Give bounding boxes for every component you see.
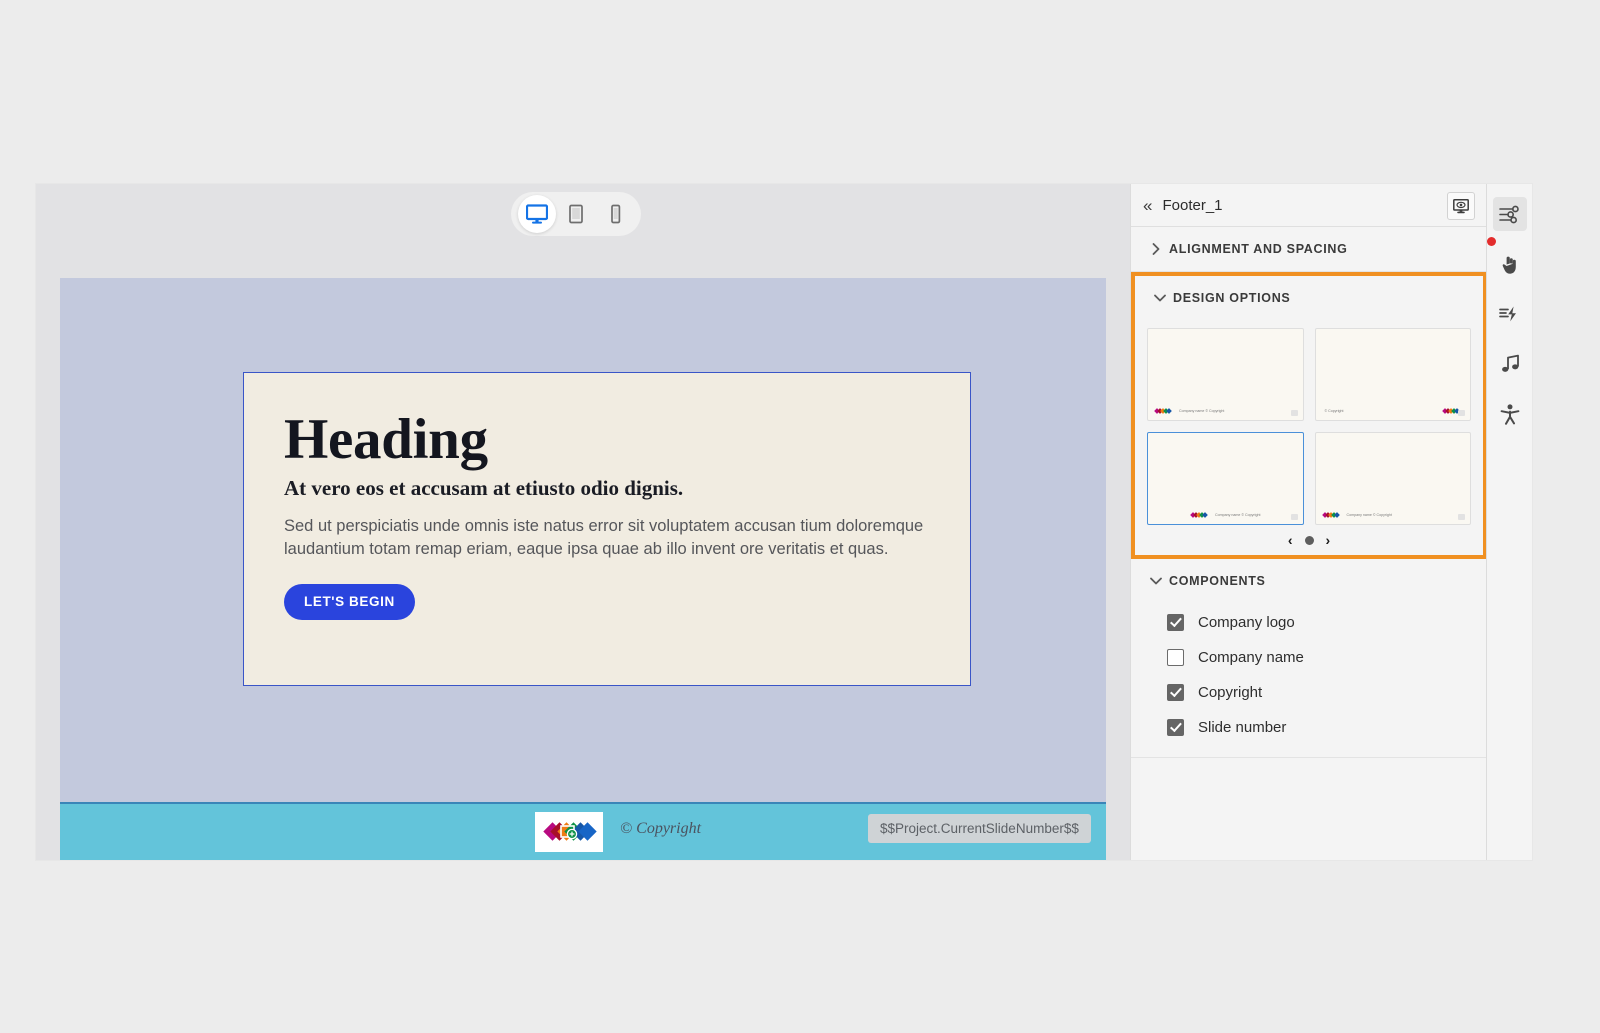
checkbox-slide-number[interactable] bbox=[1167, 719, 1184, 736]
slide-footer-band[interactable]: © Copyright $$Project.CurrentSlideNumber… bbox=[60, 802, 1106, 860]
thumb-slide-number-badge bbox=[1290, 514, 1298, 520]
thumb-caption: Company name © Copyright bbox=[1346, 513, 1392, 517]
properties-panel: « Footer_1 ALIGNMENT AND SPACING DESIGN … bbox=[1130, 184, 1487, 860]
slide-subheading: At vero eos et accusam at etiusto odio d… bbox=[284, 476, 684, 500]
lets-begin-button[interactable]: LET'S BEGIN bbox=[284, 583, 415, 620]
checkbox-company-name[interactable] bbox=[1167, 649, 1184, 666]
mobile-icon bbox=[609, 204, 622, 224]
slide-canvas[interactable]: Heading At vero eos et accusam at etiust… bbox=[60, 278, 1106, 860]
interactions-hand-icon bbox=[1500, 254, 1520, 275]
thumb-footer-row: © Copyright bbox=[1322, 406, 1465, 416]
design-option-1[interactable]: Company name © Copyright bbox=[1147, 328, 1304, 421]
checkbox-copyright[interactable] bbox=[1167, 684, 1184, 701]
double-chevron-left-icon[interactable]: « bbox=[1143, 197, 1152, 214]
device-option-tablet[interactable] bbox=[557, 195, 595, 233]
company-logo-icon bbox=[1154, 407, 1176, 415]
chevron-right-icon bbox=[1143, 243, 1169, 255]
section-label-components: COMPONENTS bbox=[1169, 574, 1266, 588]
accessibility-person-icon bbox=[1500, 403, 1520, 425]
section-components: COMPONENTS Company logo Company name Cop… bbox=[1131, 559, 1487, 758]
panel-header: « Footer_1 bbox=[1131, 184, 1487, 227]
thumb-caption: Company name © Copyright bbox=[1179, 409, 1225, 413]
design-option-thumbnails: Company name © Copyright © Copyright Com… bbox=[1135, 320, 1483, 525]
company-logo-icon bbox=[1190, 511, 1212, 519]
section-label-design-options: DESIGN OPTIONS bbox=[1173, 291, 1291, 305]
company-logo-icon bbox=[539, 817, 599, 847]
animation-lightning-icon bbox=[1499, 305, 1520, 323]
footer-slide-number[interactable]: $$Project.CurrentSlideNumber$$ bbox=[868, 814, 1091, 843]
properties-sliders-icon bbox=[1499, 205, 1520, 224]
footer-company-logo[interactable] bbox=[535, 812, 603, 852]
component-label: Copyright bbox=[1198, 684, 1263, 701]
slide-heading: Heading bbox=[284, 408, 488, 471]
rail-item-interactions[interactable] bbox=[1486, 237, 1527, 281]
thumb-slide-number-badge bbox=[1290, 410, 1298, 416]
thumb-slide-number-badge bbox=[1458, 514, 1465, 520]
section-header-components[interactable]: COMPONENTS bbox=[1131, 559, 1487, 603]
rail-item-animation[interactable] bbox=[1493, 297, 1527, 331]
editor-window: Heading At vero eos et accusam at etiust… bbox=[36, 184, 1532, 860]
canvas-stage: Heading At vero eos et accusam at etiust… bbox=[36, 184, 1130, 860]
slide-body-text: Sed ut perspiciatis unde omnis iste natu… bbox=[284, 517, 924, 559]
chevron-left-icon[interactable]: ‹ bbox=[1288, 533, 1293, 547]
device-preview-toolbar bbox=[511, 192, 641, 236]
component-label: Company logo bbox=[1198, 614, 1295, 631]
rail-item-audio[interactable] bbox=[1493, 347, 1527, 381]
tablet-icon bbox=[568, 204, 584, 224]
component-item-copyright[interactable]: Copyright bbox=[1131, 675, 1487, 710]
preview-monitor-icon bbox=[1453, 198, 1469, 214]
component-item-company-logo[interactable]: Company logo bbox=[1131, 605, 1487, 640]
thumb-footer-row: Company name © Copyright bbox=[1154, 510, 1297, 520]
design-options-carousel: ‹ › bbox=[1135, 525, 1483, 555]
chevron-down-icon bbox=[1143, 577, 1169, 585]
preview-button[interactable] bbox=[1447, 192, 1475, 220]
design-option-3[interactable]: Company name © Copyright bbox=[1147, 432, 1304, 525]
rail-item-properties[interactable] bbox=[1492, 197, 1527, 231]
thumb-footer-row: Company name © Copyright bbox=[1154, 406, 1297, 416]
components-list: Company logo Company name Copyright Slid… bbox=[1131, 603, 1487, 757]
thumb-caption: © Copyright bbox=[1324, 409, 1344, 413]
slide-content-card[interactable]: Heading At vero eos et accusam at etiust… bbox=[243, 372, 971, 686]
company-logo-icon bbox=[1321, 511, 1344, 519]
panel-title: Footer_1 bbox=[1162, 196, 1223, 214]
design-option-2[interactable]: © Copyright bbox=[1314, 328, 1471, 421]
tool-rail bbox=[1486, 184, 1532, 860]
card-inner: Heading At vero eos et accusam at etiust… bbox=[244, 373, 970, 620]
rail-item-accessibility[interactable] bbox=[1493, 397, 1527, 431]
design-options-highlight: DESIGN OPTIONS Company name © Copyright … bbox=[1131, 272, 1487, 559]
chevron-down-icon bbox=[1147, 294, 1173, 302]
footer-copyright-text[interactable]: © Copyright bbox=[620, 820, 701, 838]
component-label: Slide number bbox=[1198, 719, 1287, 736]
thumb-footer-row: Company name © Copyright bbox=[1321, 510, 1465, 520]
device-option-desktop[interactable] bbox=[517, 195, 556, 233]
section-alignment-and-spacing[interactable]: ALIGNMENT AND SPACING bbox=[1131, 227, 1487, 272]
design-option-4[interactable]: Company name © Copyright bbox=[1314, 432, 1471, 525]
component-label: Company name bbox=[1198, 649, 1304, 666]
notification-badge bbox=[1486, 237, 1496, 246]
section-label-alignment: ALIGNMENT AND SPACING bbox=[1169, 242, 1348, 256]
component-item-slide-number[interactable]: Slide number bbox=[1131, 710, 1487, 745]
device-option-mobile[interactable] bbox=[596, 195, 634, 233]
thumb-slide-number-badge bbox=[1458, 410, 1465, 416]
component-item-company-name[interactable]: Company name bbox=[1131, 640, 1487, 675]
desktop-icon bbox=[525, 204, 548, 224]
chevron-right-icon[interactable]: › bbox=[1326, 533, 1331, 547]
section-header-alignment[interactable]: ALIGNMENT AND SPACING bbox=[1131, 227, 1487, 271]
app-root: Heading At vero eos et accusam at etiust… bbox=[0, 0, 1600, 1033]
carousel-page-dot-1[interactable] bbox=[1304, 535, 1314, 545]
audio-music-note-icon bbox=[1500, 354, 1520, 374]
thumb-caption: Company name © Copyright bbox=[1215, 513, 1261, 517]
section-header-design-options[interactable]: DESIGN OPTIONS bbox=[1135, 276, 1483, 320]
checkbox-company-logo[interactable] bbox=[1167, 614, 1184, 631]
